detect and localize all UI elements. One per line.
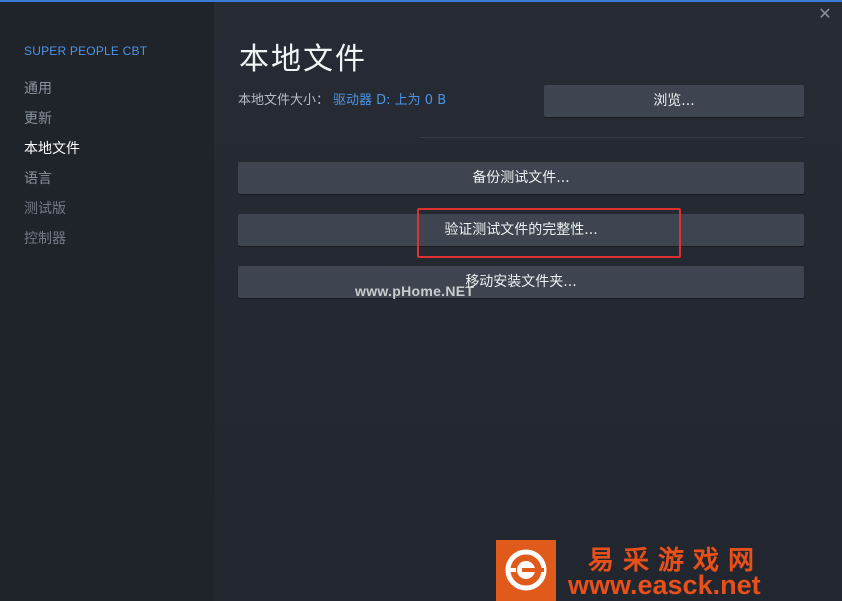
app-name: SUPER PEOPLE CBT bbox=[24, 44, 148, 58]
page-title: 本地文件 bbox=[239, 42, 367, 77]
backup-files-button[interactable]: 备份测试文件... bbox=[238, 162, 804, 194]
logo-icon bbox=[505, 549, 547, 591]
sidebar-nav: 通用 更新 本地文件 语言 测试版 控制器 bbox=[24, 79, 80, 259]
move-install-folder-button[interactable]: 移动安装文件夹... bbox=[238, 266, 804, 298]
highlight-box bbox=[417, 208, 681, 258]
sidebar-item-controller[interactable]: 控制器 bbox=[24, 229, 80, 259]
close-icon[interactable]: ✕ bbox=[815, 4, 835, 24]
watermark-text: www.pHome.NET bbox=[355, 283, 475, 299]
local-files-size-row: 本地文件大小： 驱动器 D: 上为 0 B bbox=[238, 92, 446, 110]
sidebar-item-general[interactable]: 通用 bbox=[24, 79, 80, 109]
sidebar: SUPER PEOPLE CBT 通用 更新 本地文件 语言 测试版 控制器 bbox=[0, 2, 214, 601]
site-logo bbox=[496, 540, 556, 601]
sidebar-item-updates[interactable]: 更新 bbox=[24, 109, 80, 139]
sidebar-item-language[interactable]: 语言 bbox=[24, 169, 80, 199]
browse-button[interactable]: 浏览... bbox=[544, 85, 804, 117]
size-label: 本地文件大小： bbox=[238, 93, 330, 108]
sidebar-item-betas[interactable]: 测试版 bbox=[24, 199, 80, 229]
divider bbox=[420, 137, 804, 138]
watermark-site-url: www.easck.net bbox=[568, 570, 761, 600]
size-value-link[interactable]: 驱动器 D: 上为 0 B bbox=[333, 93, 446, 108]
sidebar-item-local-files[interactable]: 本地文件 bbox=[24, 139, 80, 169]
